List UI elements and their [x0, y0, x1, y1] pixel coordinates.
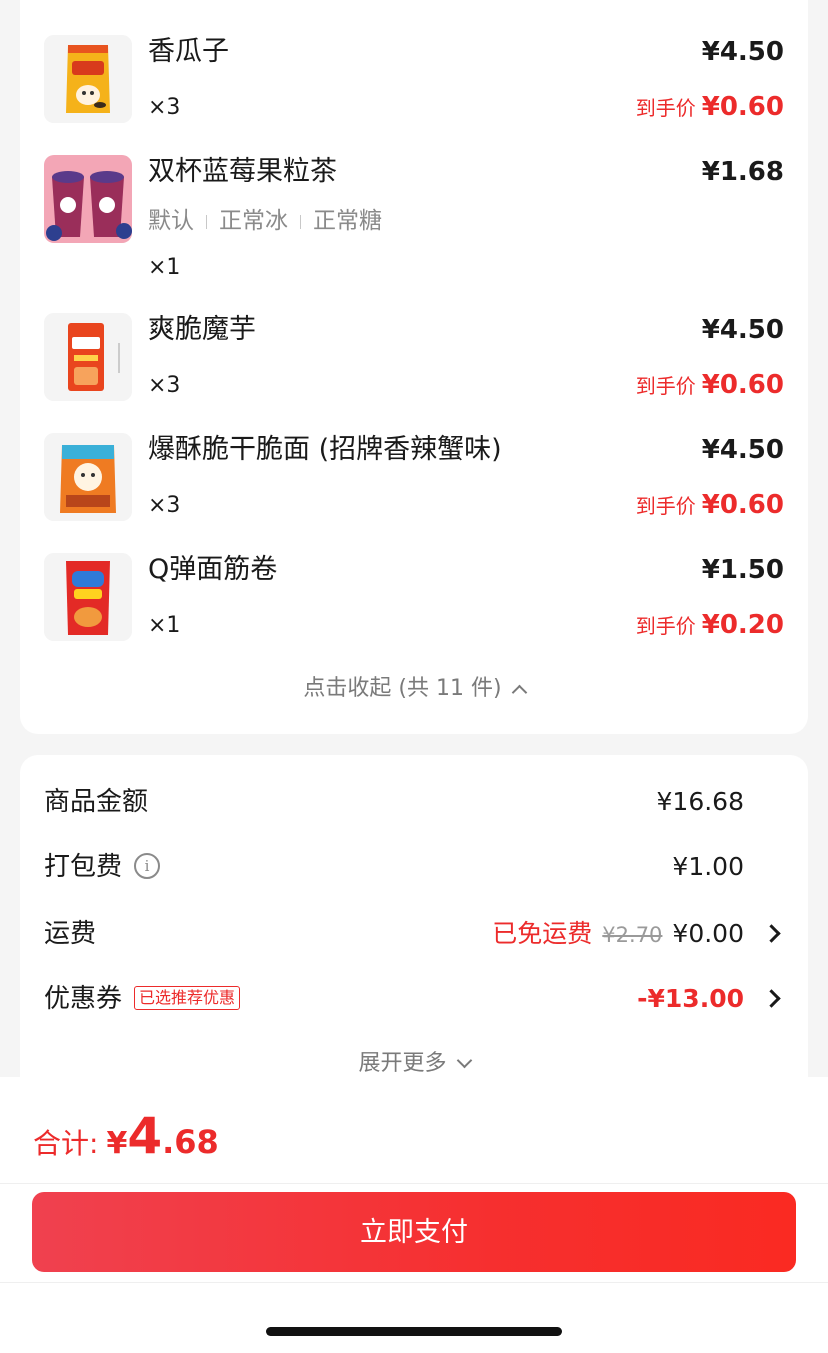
shipping-fee-value-group: 已免运费 ¥2.70 ¥0.00	[492, 914, 744, 955]
list-item[interactable]: 爽脆魔芋 ¥4.50 ×3 到手价 ¥0.60	[20, 313, 808, 403]
deal-price-value: ¥0.60	[701, 490, 784, 520]
order-items-card: 香瓜子 ¥4.50 ×3 到手价 ¥0.60 双杯蓝莓果粒茶 ¥1.68 默认 正常…	[20, 0, 808, 734]
item-quantity: ×3	[148, 95, 181, 120]
item-deal-price: 到手价 ¥0.60	[636, 488, 784, 525]
expand-more-button[interactable]: 展开更多	[20, 1047, 808, 1081]
chevron-down-icon	[456, 1052, 472, 1068]
shipping-fee-row[interactable]: 运费 已免运费 ¥2.70 ¥0.00	[20, 914, 808, 954]
packing-fee-label-group: 打包费 i	[44, 847, 161, 887]
list-item[interactable]: Q弹面筋卷 ¥1.50 ×1 到手价 ¥0.20	[20, 553, 808, 643]
goods-amount-value: ¥16.68	[656, 787, 744, 816]
coupon-label-group: 优惠券 已选推荐优惠	[44, 979, 241, 1019]
recommended-coupon-badge: 已选推荐优惠	[134, 985, 241, 1010]
deal-price-value: ¥0.60	[701, 92, 784, 122]
expand-more-label: 展开更多	[358, 1051, 447, 1076]
deal-price-label: 到手价	[635, 614, 696, 638]
chevron-right-icon	[762, 924, 781, 943]
collapse-items-button[interactable]: 点击收起 (共 11 件)	[20, 672, 808, 706]
konjac-snack-product-image	[44, 313, 132, 401]
shipping-fee-label: 运费	[44, 919, 97, 949]
divider	[0, 1183, 828, 1184]
total-label: 合计:	[33, 1127, 99, 1160]
checkout-bar: 合计: ¥4.68 立即支付	[0, 1077, 828, 1353]
deal-price-label: 到手价	[635, 374, 696, 398]
item-specs: 默认 正常冰 正常糖	[148, 205, 382, 237]
coupon-label: 优惠券	[44, 984, 123, 1014]
spec-divider	[206, 214, 207, 229]
spec-option: 正常冰	[219, 208, 288, 234]
total-currency: ¥	[106, 1126, 128, 1161]
sunflower-seeds-product-image	[44, 35, 132, 123]
order-total: 合计: ¥4.68	[33, 1107, 219, 1165]
item-price: ¥4.50	[701, 435, 784, 465]
packing-fee-value: ¥1.00	[672, 852, 744, 881]
item-price: ¥1.68	[701, 157, 784, 187]
item-price: ¥4.50	[701, 37, 784, 67]
chevron-up-icon	[511, 684, 527, 700]
item-price: ¥1.50	[701, 555, 784, 585]
deal-price-label: 到手价	[635, 494, 696, 518]
list-item[interactable]: 香瓜子 ¥4.50 ×3 到手价 ¥0.60	[20, 35, 808, 125]
item-quantity: ×1	[148, 613, 181, 638]
list-item[interactable]: 双杯蓝莓果粒茶 ¥1.68 默认 正常冰 正常糖 ×1	[20, 155, 808, 285]
item-name: 爽脆魔芋	[148, 314, 256, 345]
item-quantity: ×3	[148, 373, 181, 398]
deal-price-label: 到手价	[635, 96, 696, 120]
home-indicator	[266, 1327, 562, 1336]
item-deal-price: 到手价 ¥0.60	[636, 90, 784, 127]
coupon-row[interactable]: 优惠券 已选推荐优惠 -¥13.00	[20, 979, 808, 1019]
goods-amount-label: 商品金额	[44, 787, 149, 817]
spec-option: 默认	[148, 208, 194, 234]
packing-fee-label: 打包费	[44, 852, 123, 882]
divider	[0, 1282, 828, 1283]
chevron-right-icon	[762, 989, 781, 1008]
total-decimal: .68	[162, 1123, 219, 1161]
pay-now-button[interactable]: 立即支付	[32, 1192, 796, 1272]
total-integer: 4	[127, 1107, 163, 1165]
item-deal-price: 到手价 ¥0.60	[636, 368, 784, 405]
packing-fee-row: 打包费 i ¥1.00	[20, 847, 808, 887]
item-quantity: ×1	[148, 255, 181, 280]
deal-price-value: ¥0.20	[701, 610, 784, 640]
goods-amount-row: 商品金额 ¥16.68	[20, 782, 808, 822]
gluten-roll-product-image	[44, 553, 132, 641]
item-name: 双杯蓝莓果粒茶	[148, 156, 337, 187]
free-shipping-label: 已免运费	[492, 919, 593, 948]
blueberry-tea-product-image	[44, 155, 132, 243]
original-shipping-price: ¥2.70	[602, 923, 663, 947]
deal-price-value: ¥0.60	[701, 370, 784, 400]
crispy-noodle-product-image	[44, 433, 132, 521]
collapse-label: 点击收起 (共 11 件)	[303, 676, 502, 701]
spec-option: 正常糖	[313, 208, 382, 234]
price-summary-card: 商品金额 ¥16.68 打包费 i ¥1.00 运费 已免运费 ¥2.70 ¥0.00…	[20, 755, 808, 1095]
item-quantity: ×3	[148, 493, 181, 518]
info-icon[interactable]: i	[134, 852, 161, 879]
item-name: Q弹面筋卷	[148, 554, 278, 585]
item-price: ¥4.50	[701, 315, 784, 345]
item-name: 香瓜子	[148, 36, 229, 67]
item-deal-price: 到手价 ¥0.20	[636, 608, 784, 645]
shipping-fee-value: ¥0.00	[672, 919, 744, 948]
item-name: 爆酥脆干脆面 (招牌香辣蟹味)	[148, 434, 502, 465]
list-item[interactable]: 爆酥脆干脆面 (招牌香辣蟹味) ¥4.50 ×3 到手价 ¥0.60	[20, 433, 808, 523]
spec-divider	[300, 214, 301, 229]
coupon-discount-value: -¥13.00	[637, 984, 744, 1013]
